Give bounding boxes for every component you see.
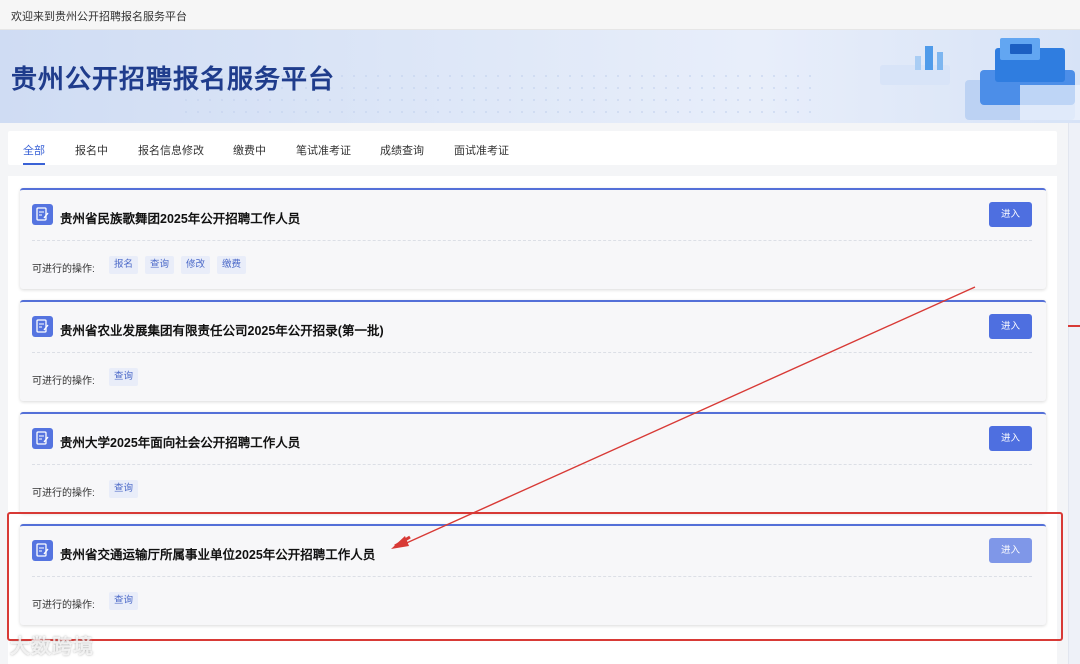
annotation-arrow-icon <box>391 286 976 549</box>
watermark-logo: 大数跨境 <box>10 636 94 658</box>
